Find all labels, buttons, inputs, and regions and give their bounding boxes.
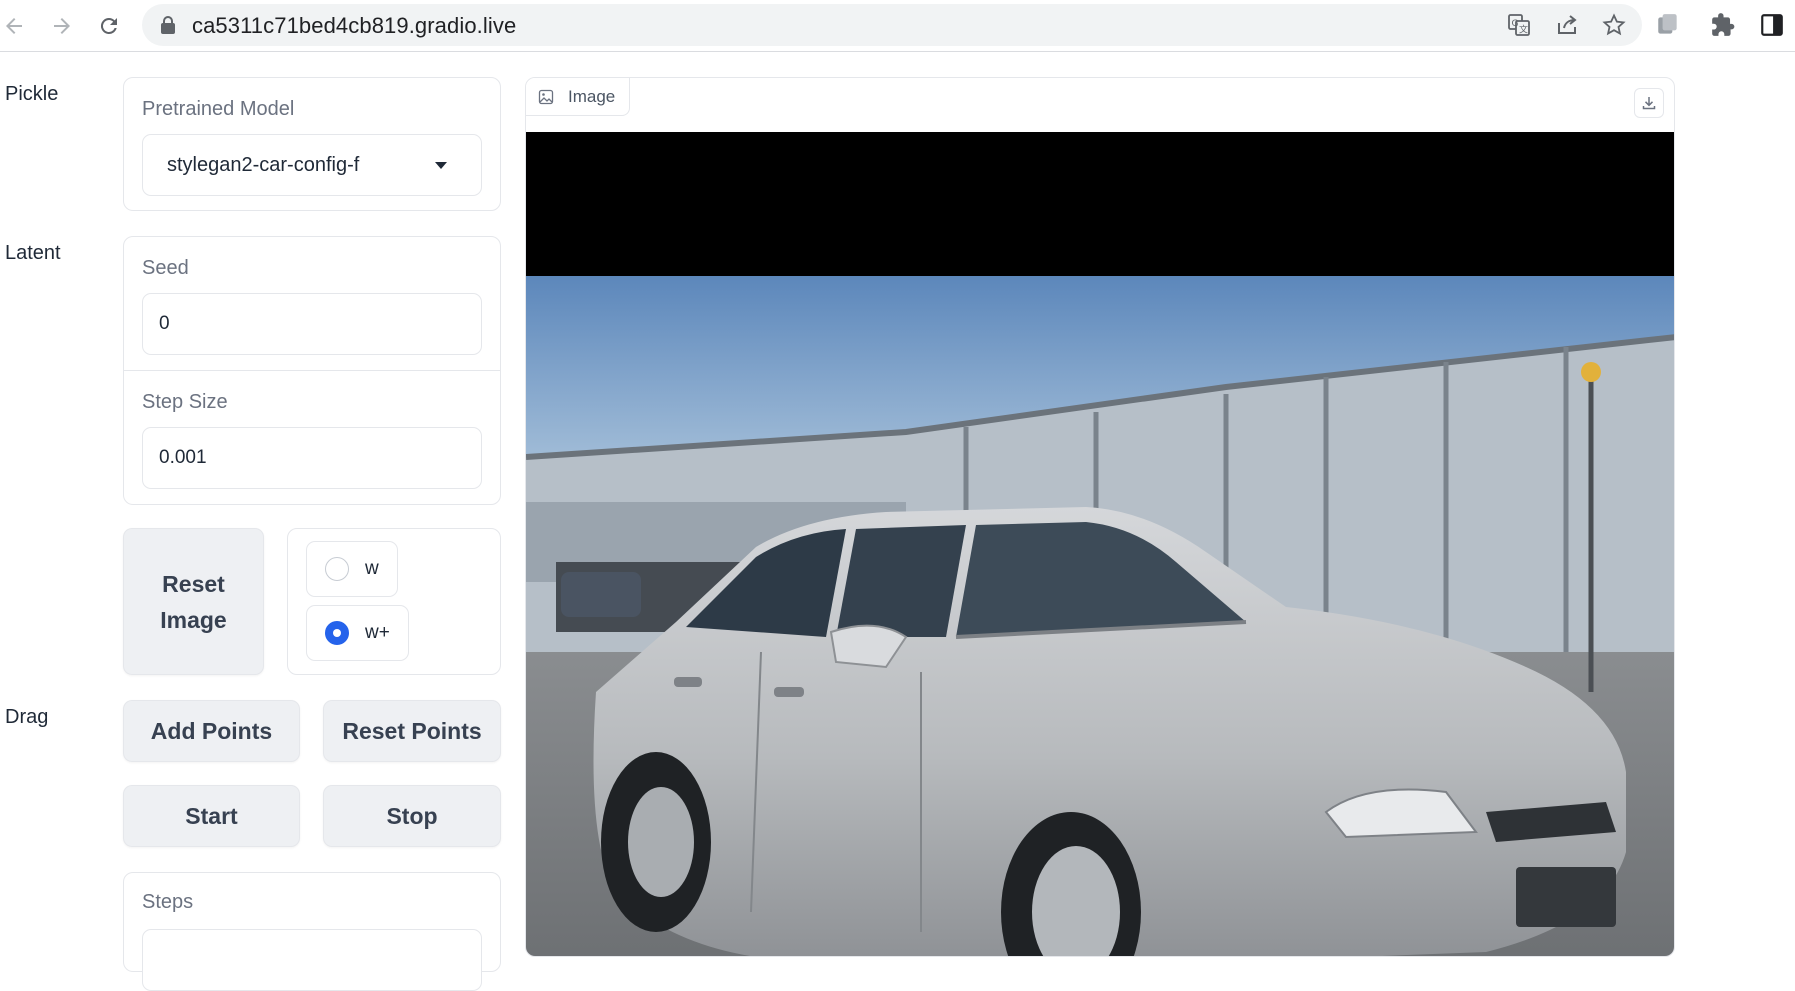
url-text[interactable]: ca5311c71bed4cb819.gradio.live [192, 13, 516, 39]
radio-option-label: w+ [365, 622, 390, 643]
reset-image-button[interactable]: Reset Image [123, 528, 264, 675]
radio-option-w[interactable]: w [306, 541, 398, 597]
browser-toolbar: ca5311c71bed4cb819.gradio.live G 文 [0, 0, 1795, 52]
radio-circle-icon [325, 557, 349, 581]
chevron-down-icon [435, 162, 447, 169]
lamp-light [1581, 362, 1601, 382]
radio-option-label: w [365, 558, 379, 579]
pretrained-model-dropdown[interactable]: stylegan2-car-config-f [142, 134, 482, 196]
divider [124, 370, 500, 371]
share-icon[interactable] [1555, 13, 1579, 37]
download-icon [1642, 97, 1656, 110]
steps-label: Steps [142, 891, 194, 913]
image-label-tab: Image [526, 78, 631, 116]
back-arrow-icon[interactable] [0, 8, 32, 44]
pretrained-model-value: stylegan2-car-config-f [167, 154, 360, 176]
address-bar[interactable]: ca5311c71bed4cb819.gradio.live G 文 [142, 4, 1642, 46]
letterbox-top [526, 132, 1674, 276]
tab-search-icon[interactable] [1655, 12, 1681, 38]
seed-label: Seed [142, 257, 189, 279]
image-label: Image [568, 86, 616, 106]
latent-panel: Seed 0 Step Size 0.001 [123, 236, 501, 505]
drag-section-label: Drag [5, 706, 49, 728]
download-button[interactable] [1634, 88, 1664, 118]
star-icon[interactable] [1602, 13, 1626, 37]
step-size-label: Step Size [142, 391, 228, 413]
pretrained-model-label: Pretrained Model [142, 98, 295, 120]
extensions-icon[interactable] [1710, 12, 1736, 38]
latent-section-label: Latent [5, 242, 61, 264]
image-icon [538, 89, 554, 104]
seed-input[interactable]: 0 [142, 293, 482, 355]
latent-space-radio-group: w w+ [287, 528, 501, 675]
stop-button[interactable]: Stop [323, 785, 501, 847]
translate-icon[interactable]: G 文 [1507, 13, 1531, 37]
steps-panel: Steps [123, 872, 501, 991]
reload-icon[interactable] [91, 8, 127, 44]
image-panel: Image [525, 77, 1675, 957]
sidebar-icon[interactable] [1759, 12, 1785, 38]
pickle-section-label: Pickle [5, 83, 59, 105]
radio-selected-icon [325, 621, 349, 645]
lock-icon[interactable] [160, 16, 176, 34]
step-size-input[interactable]: 0.001 [142, 427, 482, 489]
reset-points-button[interactable]: Reset Points [323, 700, 501, 762]
forward-arrow-icon[interactable] [44, 8, 80, 44]
generated-image-canvas[interactable] [526, 132, 1675, 957]
svg-text:G: G [1512, 19, 1519, 29]
pretrained-model-panel: Pretrained Model stylegan2-car-config-f [123, 77, 501, 211]
steps-input[interactable] [142, 929, 482, 991]
radio-option-w-plus[interactable]: w+ [306, 605, 409, 661]
start-button[interactable]: Start [123, 785, 300, 847]
reset-image-label: Reset Image [160, 570, 227, 633]
svg-text:文: 文 [1519, 24, 1528, 36]
background-car [561, 572, 641, 617]
add-points-button[interactable]: Add Points [123, 700, 300, 762]
